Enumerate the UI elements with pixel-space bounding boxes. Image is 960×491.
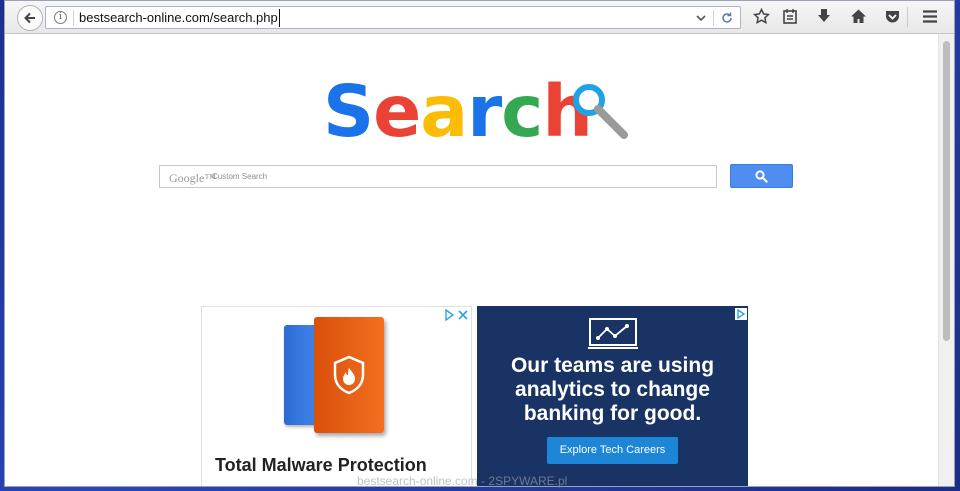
ad-headline: Our teams are using analytics to change … (477, 354, 748, 426)
logo-letter: S (323, 70, 374, 153)
url-separator-2 (713, 10, 714, 26)
browser-toolbar: i bestsearch-online.com/search.php (5, 1, 954, 34)
ad-headline-line: banking for good. (523, 402, 702, 425)
shield-icon (333, 355, 365, 395)
ad-headline-line: Our teams are using (510, 354, 715, 377)
page-content: Search Google™ Custom Search Total Malwa… (5, 34, 938, 486)
download-icon[interactable] (816, 8, 832, 25)
search-input[interactable]: Google™ Custom Search (159, 165, 717, 188)
vertical-scrollbar[interactable] (938, 34, 954, 486)
adchoices-icon[interactable] (444, 309, 470, 321)
pocket-icon[interactable] (884, 8, 901, 25)
menu-icon[interactable] (922, 8, 938, 25)
analytics-chart-icon (588, 318, 638, 349)
search-icon (755, 169, 768, 183)
home-icon[interactable] (850, 8, 867, 25)
back-arrow-icon (24, 12, 35, 24)
ad-headline-line: analytics to change (515, 378, 710, 401)
logo-letter: a (420, 70, 468, 153)
dropdown-icon[interactable] (694, 9, 708, 27)
browser-window: i bestsearch-online.com/search.php Searc… (4, 0, 955, 487)
info-icon[interactable]: i (54, 11, 67, 24)
star-icon[interactable] (753, 8, 770, 25)
search-placeholder: Custom Search (212, 172, 268, 181)
ad-title[interactable]: Total Malware Protection (215, 455, 427, 476)
search-logo: Search (323, 70, 593, 153)
explore-careers-button[interactable]: Explore Tech Careers (547, 437, 678, 464)
reading-list-icon[interactable] (782, 8, 798, 25)
scrollbar-thumb[interactable] (943, 41, 950, 341)
logo-letter: e (373, 70, 421, 153)
adchoices-icon[interactable] (735, 308, 747, 320)
logo-letter: c (501, 70, 543, 153)
reload-icon[interactable] (720, 9, 734, 27)
menu-separator (907, 7, 908, 27)
search-button[interactable] (730, 164, 793, 188)
watermark: bestsearch-online.com - 2SPYWARE.pl (357, 474, 568, 488)
logo-letter: r (467, 70, 502, 153)
back-button[interactable] (17, 5, 43, 31)
product-box-orange (314, 317, 384, 433)
ad-malware-protection[interactable]: Total Malware Protection (201, 306, 472, 486)
ad-tech-careers[interactable]: Our teams are using analytics to change … (477, 306, 748, 486)
google-label: Google™ (169, 171, 217, 185)
url-separator (73, 10, 74, 26)
magnifier-logo-icon (573, 84, 628, 139)
url-bar[interactable]: i bestsearch-online.com/search.php (45, 6, 741, 29)
url-text[interactable]: bestsearch-online.com/search.php (79, 9, 280, 27)
